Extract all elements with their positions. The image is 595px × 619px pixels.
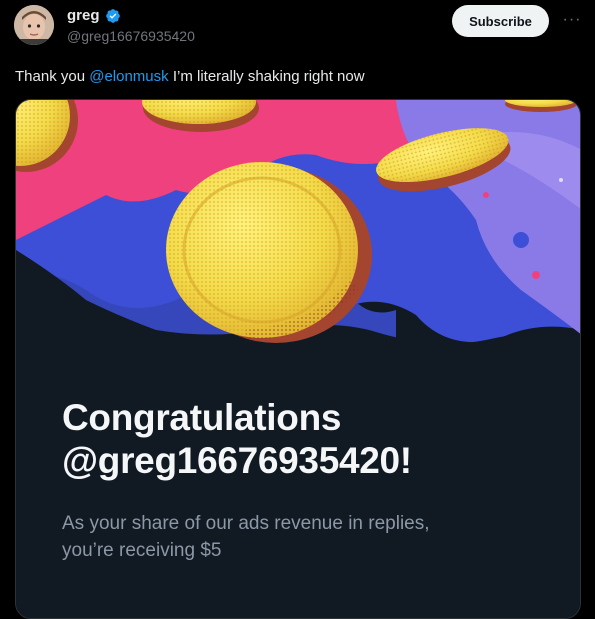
card-title-line1: Congratulations bbox=[62, 397, 342, 438]
card-title: Congratulations @greg16676935420! bbox=[62, 396, 412, 482]
card-title-line2: @greg16676935420! bbox=[62, 440, 412, 481]
tweet-text: Thank you @elonmusk I’m literally shakin… bbox=[15, 68, 365, 85]
card-subtext-line2: you’re receiving $5 bbox=[62, 540, 222, 561]
user-handle[interactable]: @greg16676935420 bbox=[67, 28, 195, 44]
more-options-icon[interactable]: ··· bbox=[560, 8, 584, 32]
avatar-image bbox=[14, 5, 54, 45]
tweet-text-prefix: Thank you bbox=[15, 68, 90, 85]
card-subtext: As your share of our ads revenue in repl… bbox=[62, 510, 532, 564]
subscribe-button[interactable]: Subscribe bbox=[452, 5, 549, 37]
tweet-media-image[interactable]: Congratulations @greg16676935420! As you… bbox=[15, 99, 581, 619]
avatar[interactable] bbox=[14, 5, 54, 45]
mention-link[interactable]: @elonmusk bbox=[89, 68, 168, 85]
card-subtext-line1: As your share of our ads revenue in repl… bbox=[62, 513, 430, 534]
name-row: greg bbox=[67, 7, 121, 24]
verified-badge-icon bbox=[105, 8, 120, 23]
display-name[interactable]: greg bbox=[67, 7, 100, 24]
tweet-header: greg @greg16676935420 Subscribe ··· bbox=[0, 0, 595, 58]
tweet-text-suffix: I’m literally shaking right now bbox=[168, 68, 365, 85]
